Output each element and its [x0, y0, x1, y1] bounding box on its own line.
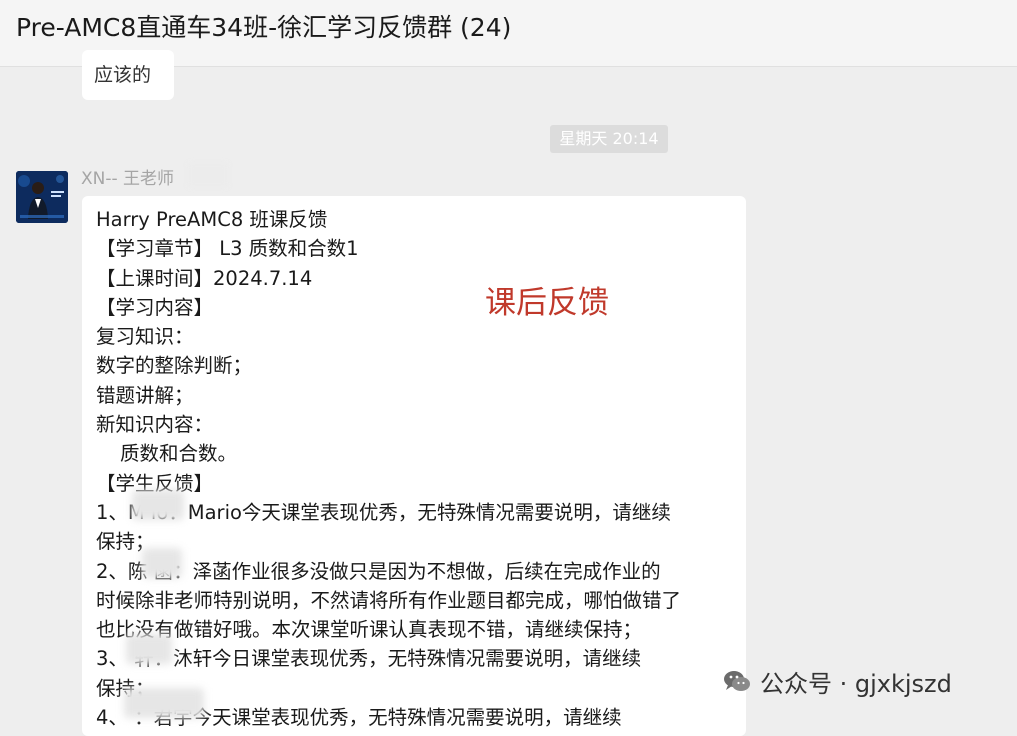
- sender-avatar[interactable]: [16, 171, 68, 223]
- privacy-blur: [132, 490, 184, 520]
- message-line: 错题讲解；: [96, 383, 194, 407]
- message-line: 1、M io：Mario今天课堂表现优秀，无特殊情况需要说明，请继续: [96, 500, 671, 524]
- feedback-stamp: 课后反馈: [485, 285, 609, 321]
- message-line: 质数和合数。: [120, 442, 238, 466]
- message-text: Harry PreAMC8 班课反馈 【学习章节】 L3 质数和合数1 【上课时…: [96, 205, 742, 732]
- chat-title[interactable]: Pre-AMC8直通车34班-徐汇学习反馈群 (24): [16, 12, 511, 44]
- message-line: 【学习内容】: [96, 295, 214, 319]
- previous-message-text: 应该的: [94, 64, 152, 86]
- avatar-portrait-icon: [16, 171, 68, 223]
- message-line: 时候除非老师特别说明，不然请将所有作业题目都完成，哪怕做错了: [96, 588, 682, 612]
- privacy-blur: [142, 548, 182, 578]
- message-line: 【上课时间】2024.7.14: [96, 266, 313, 290]
- watermark: 公众号 · gjxkjszd: [722, 663, 952, 699]
- message-timestamp: 星期天 20:14: [550, 125, 668, 153]
- previous-message-bubble[interactable]: 应该的: [82, 50, 174, 100]
- message-line: 保持；: [96, 530, 155, 554]
- message-line: 3、 轩：沐轩今日课堂表现优秀，无特殊情况需要说明，请继续: [96, 647, 642, 671]
- message-line: 数字的整除判断；: [96, 354, 253, 378]
- sender-name[interactable]: XN-- 王老师: [81, 164, 174, 189]
- watermark-text: 公众号 · gjxkjszd: [760, 669, 952, 698]
- message-line: 2、陈 菡：泽菡作业很多没做只是因为不想做，后续在完成作业的: [96, 559, 661, 583]
- privacy-blur: [124, 688, 204, 718]
- message-line: 【学习章节】 L3 质数和合数1: [96, 237, 359, 261]
- message-line: 新知识内容：: [96, 413, 214, 437]
- message-line: 也比没有做错好哦。本次课堂听课认真表现不错，请继续保持；: [96, 618, 643, 642]
- message-line: Harry PreAMC8 班课反馈: [96, 208, 328, 231]
- message-line: 复习知识：: [96, 325, 194, 349]
- message-line: 【学生反馈】: [96, 471, 214, 495]
- wechat-icon: [724, 671, 750, 691]
- sender-name-blur: [188, 163, 228, 187]
- privacy-blur: [126, 634, 172, 664]
